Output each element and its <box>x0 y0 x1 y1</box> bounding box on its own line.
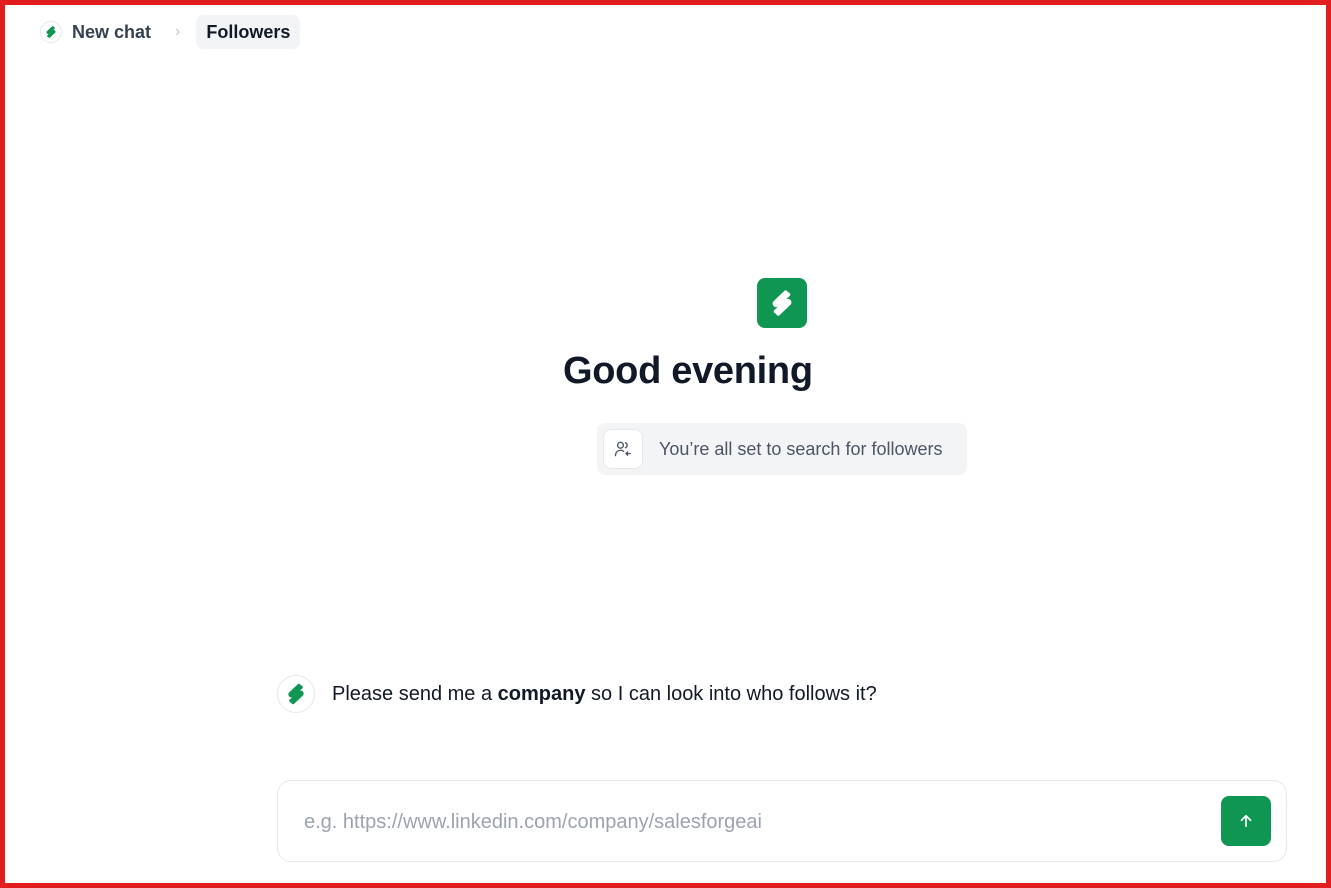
assistant-message: Please send me a company so I can look i… <box>277 675 877 713</box>
arrow-up-icon <box>1240 814 1252 828</box>
breadcrumb-home-label: New chat <box>72 21 152 42</box>
breadcrumb-new-chat[interactable]: New chat <box>36 15 155 49</box>
user-follow-icon <box>603 429 643 469</box>
assistant-message-text: Please send me a company so I can look i… <box>332 683 877 706</box>
greeting-heading: Good evening <box>563 350 813 392</box>
message-text-bold: company <box>497 682 586 705</box>
status-text: You’re all set to search for followers <box>659 438 943 459</box>
breadcrumb-current-followers[interactable]: Followers <box>196 15 301 49</box>
chat-composer <box>277 780 1287 862</box>
brand-logo-icon <box>757 278 807 328</box>
breadcrumb: New chat › Followers <box>36 15 301 49</box>
message-text-before: Please send me a <box>332 682 498 705</box>
assistant-avatar <box>277 675 315 713</box>
chevron-right-icon: › <box>175 23 181 40</box>
message-text-after: so I can look into who follows it? <box>585 682 877 705</box>
company-url-input[interactable] <box>302 801 1196 843</box>
status-pill: You’re all set to search for followers <box>597 423 967 475</box>
send-button[interactable] <box>1221 796 1271 846</box>
brand-logo-icon <box>288 683 304 705</box>
brand-logo-icon <box>40 21 62 43</box>
